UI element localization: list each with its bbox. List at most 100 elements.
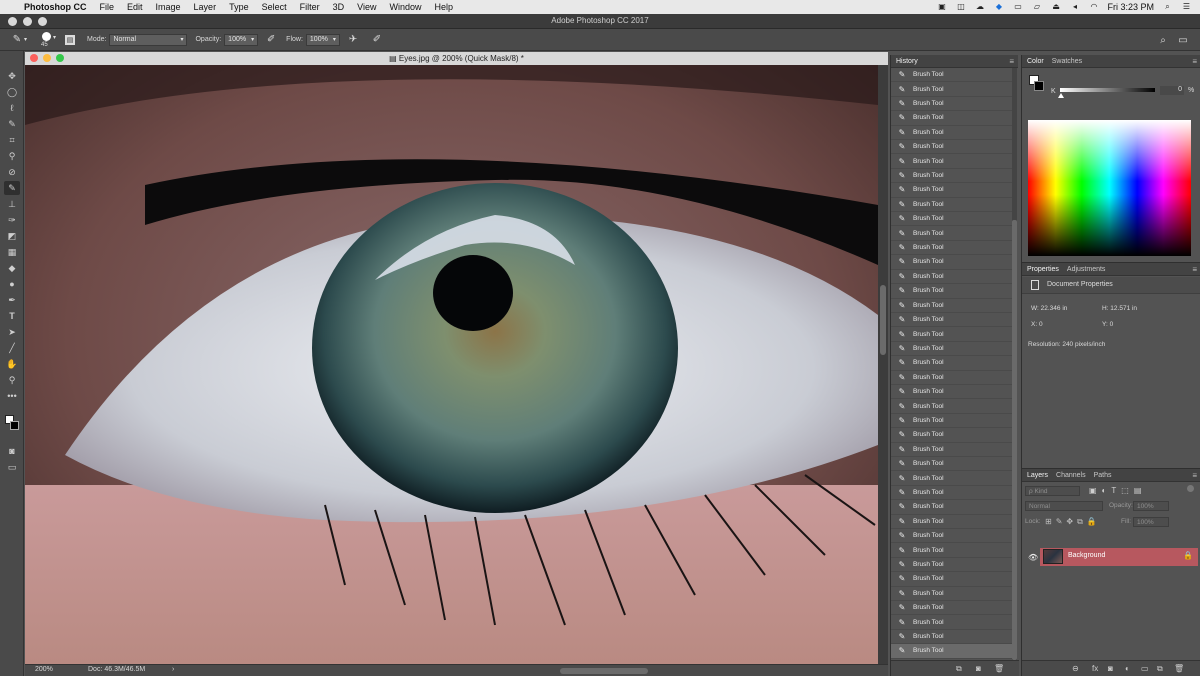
- search-icon[interactable]: ⌕: [1162, 3, 1173, 11]
- tab-layers[interactable]: Layers: [1027, 472, 1048, 479]
- history-state[interactable]: ✎ Brush Tool: [891, 356, 1012, 371]
- background-swatch[interactable]: [10, 421, 19, 430]
- app-menu[interactable]: Photoshop CC: [24, 2, 87, 12]
- k-slider-handle[interactable]: [1058, 93, 1064, 98]
- hand-tool[interactable]: ✋: [4, 357, 20, 371]
- drive-icon[interactable]: ▭: [1012, 3, 1023, 11]
- tab-channels[interactable]: Channels: [1056, 472, 1086, 479]
- history-state[interactable]: ✎ Brush Tool: [891, 558, 1012, 573]
- history-state[interactable]: ✎ Brush Tool: [891, 111, 1012, 126]
- history-state[interactable]: ✎ Brush Tool: [891, 327, 1012, 342]
- pressure-opacity-toggle[interactable]: ✐: [264, 33, 278, 47]
- eraser-tool[interactable]: ◩: [4, 229, 20, 243]
- layer-kind-filter[interactable]: ρ Kind: [1025, 486, 1080, 496]
- menu-view[interactable]: View: [357, 2, 376, 12]
- layer-style-icon[interactable]: fx: [1092, 664, 1098, 673]
- pen-tool[interactable]: ✒: [4, 293, 20, 307]
- blur-tool[interactable]: ◆: [4, 261, 20, 275]
- history-state[interactable]: ✎ Brush Tool: [891, 500, 1012, 515]
- panel-menu-icon[interactable]: ≡: [1192, 471, 1197, 480]
- history-state[interactable]: ✎ Brush Tool: [891, 241, 1012, 256]
- airplay-icon[interactable]: ▱: [1031, 3, 1042, 11]
- status-menu-arrow[interactable]: ›: [172, 666, 174, 673]
- history-state[interactable]: ✎ Brush Tool: [891, 270, 1012, 285]
- minimize-document-button[interactable]: [43, 54, 51, 62]
- brush-panel-toggle[interactable]: ▤: [65, 34, 76, 45]
- history-state[interactable]: ✎ Brush Tool: [891, 615, 1012, 630]
- clock[interactable]: Fri 3:23 PM: [1107, 2, 1154, 12]
- brush-tool[interactable]: ✎: [4, 181, 20, 195]
- healing-brush-tool[interactable]: ⊘: [4, 165, 20, 179]
- history-state[interactable]: ✎ Brush Tool: [891, 630, 1012, 645]
- history-state[interactable]: ✎ Brush Tool: [891, 183, 1012, 198]
- history-state[interactable]: ✎ Brush Tool: [891, 154, 1012, 169]
- lock-icons[interactable]: ⊞✎✥⧉🔒: [1045, 517, 1101, 527]
- color-swatches[interactable]: [4, 413, 20, 431]
- history-state[interactable]: ✎ Brush Tool: [891, 140, 1012, 155]
- quick-select-tool[interactable]: ✎: [4, 117, 20, 131]
- move-tool[interactable]: ✥: [4, 69, 20, 83]
- tab-history[interactable]: History: [896, 58, 918, 65]
- history-state[interactable]: ✎ Brush Tool: [891, 587, 1012, 602]
- tab-swatches[interactable]: Swatches: [1052, 58, 1082, 65]
- lasso-tool[interactable]: ℓ: [4, 101, 20, 115]
- x-field[interactable]: X: 0: [1031, 321, 1043, 328]
- history-state[interactable]: ✎ Brush Tool: [891, 212, 1012, 227]
- history-state[interactable]: ✎ Brush Tool: [891, 371, 1012, 385]
- history-state[interactable]: ✎ Brush Tool: [891, 68, 1012, 83]
- wifi-icon[interactable]: ◠: [1088, 3, 1099, 11]
- search-button[interactable]: ⌕: [1156, 33, 1170, 47]
- zoom-tool[interactable]: ⚲: [4, 373, 20, 387]
- crop-tool[interactable]: ⌗: [4, 133, 20, 147]
- k-slider[interactable]: [1060, 88, 1155, 92]
- history-scrollbar[interactable]: [1012, 68, 1017, 660]
- cloud-icon[interactable]: ☁: [974, 3, 985, 11]
- history-state[interactable]: ✎ Brush Tool: [891, 471, 1012, 486]
- mode-select[interactable]: Normal ▾: [109, 33, 188, 46]
- history-state[interactable]: ✎ Brush Tool: [891, 428, 1012, 443]
- workspace-switcher[interactable]: ▭: [1176, 33, 1190, 47]
- history-state[interactable]: ✎ Brush Tool: [891, 284, 1012, 299]
- trash-icon[interactable]: 🗑: [994, 664, 1004, 673]
- tab-paths[interactable]: Paths: [1094, 472, 1112, 479]
- background-color-swatch[interactable]: [1034, 81, 1044, 91]
- brush-preset-picker[interactable]: 45 ▾: [39, 30, 61, 50]
- link-layers-icon[interactable]: ⊖: [1072, 664, 1079, 673]
- close-document-button[interactable]: [30, 54, 38, 62]
- height-field[interactable]: H: 12.571 in: [1102, 305, 1137, 312]
- new-group-icon[interactable]: ▭: [1141, 664, 1149, 673]
- marquee-tool[interactable]: ◯: [4, 85, 20, 99]
- history-state[interactable]: ✎ Brush Tool: [891, 515, 1012, 529]
- line-tool[interactable]: ╱: [4, 341, 20, 355]
- menu-window[interactable]: Window: [389, 2, 421, 12]
- history-state[interactable]: ✎ Brush Tool: [891, 572, 1012, 587]
- blend-mode-select[interactable]: Normal: [1025, 501, 1103, 511]
- panel-menu-icon[interactable]: ≡: [1009, 57, 1014, 66]
- fill-field[interactable]: 100%: [1133, 517, 1169, 527]
- history-state[interactable]: ✎ Brush Tool: [891, 126, 1012, 141]
- menu-help[interactable]: Help: [434, 2, 453, 12]
- history-state[interactable]: ✎ Brush Tool: [891, 226, 1012, 241]
- color-spectrum[interactable]: [1028, 120, 1191, 256]
- list-icon[interactable]: ☰: [1181, 3, 1192, 11]
- history-state[interactable]: ✎ Brush Tool: [891, 399, 1012, 414]
- screen-mirror-icon[interactable]: ◫: [955, 3, 966, 11]
- history-state[interactable]: ✎ Brush Tool: [891, 457, 1012, 472]
- horizontal-scroll-thumb[interactable]: [560, 668, 648, 674]
- eject-icon[interactable]: ⏏: [1050, 3, 1061, 11]
- tab-color[interactable]: Color: [1027, 58, 1044, 65]
- layer-row-background[interactable]: Background 🔒: [1040, 548, 1198, 566]
- menu-select[interactable]: Select: [262, 2, 287, 12]
- history-state[interactable]: ✎ Brush Tool: [891, 97, 1012, 112]
- trash-icon[interactable]: 🗑: [1174, 664, 1184, 673]
- y-field[interactable]: Y: 0: [1102, 321, 1113, 328]
- tool-preset-picker[interactable]: ✎ ▾: [10, 33, 27, 47]
- dodge-tool[interactable]: ●: [4, 277, 20, 291]
- history-state[interactable]: ✎ Brush Tool: [891, 529, 1012, 544]
- vertical-scrollbar[interactable]: [878, 65, 888, 664]
- menu-image[interactable]: Image: [156, 2, 181, 12]
- clone-stamp-tool[interactable]: ⊥: [4, 197, 20, 211]
- history-state[interactable]: ✎ Brush Tool: [891, 198, 1012, 213]
- new-layer-icon[interactable]: ⧉: [1157, 664, 1163, 674]
- volume-icon[interactable]: ◂: [1069, 3, 1080, 11]
